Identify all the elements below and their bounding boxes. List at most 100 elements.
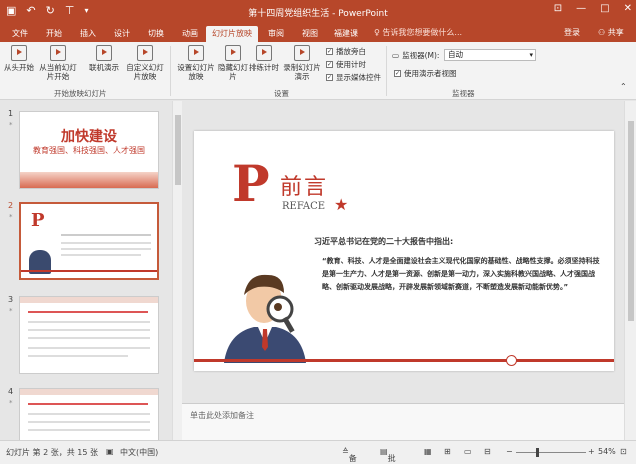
fit-slide-icon[interactable]: ⊡ bbox=[620, 447, 627, 456]
thumb1-title: 加快建设 bbox=[61, 129, 117, 145]
thumb-number: 1 bbox=[8, 109, 14, 118]
checkbox-checked: ✓ bbox=[394, 70, 401, 77]
presenter-view-checkbox[interactable]: ✓ 使用演示者视图 bbox=[394, 68, 457, 79]
monitor-label: ▭ 监视器(M): bbox=[392, 51, 440, 60]
setup-show-icon bbox=[188, 45, 204, 61]
thumb4-line bbox=[28, 429, 150, 431]
slide-scrollbar[interactable] bbox=[624, 101, 636, 440]
tab-slideshow[interactable]: 幻灯片放映 bbox=[206, 26, 258, 42]
slideshow-view-icon[interactable]: ⊟ bbox=[484, 447, 491, 456]
notes-button[interactable]: ≙ 备注 bbox=[342, 447, 357, 463]
thumbnail-slide-4[interactable] bbox=[19, 388, 159, 440]
tab-custom[interactable]: 福建课 bbox=[328, 26, 364, 42]
thumb-number: 4 bbox=[8, 387, 14, 396]
zoom-slider[interactable] bbox=[516, 452, 586, 453]
thumb2-line bbox=[61, 234, 151, 236]
thumb-number: 2 bbox=[8, 201, 14, 210]
powerpoint-window: ▣ ↶ ↻ ⊤ ▾ 第十四周党组织生活 - PowerPoint ⊡ — □ ✕… bbox=[0, 0, 636, 464]
slide-sorter-icon[interactable]: ⊞ bbox=[444, 447, 451, 456]
use-timings-checkbox[interactable]: ✓ 使用计时 bbox=[326, 59, 366, 70]
present-online-button[interactable]: 联机演示 bbox=[86, 45, 122, 72]
group-label-start: 开始放映幻灯片 bbox=[54, 89, 107, 98]
online-present-icon bbox=[96, 45, 112, 61]
collapse-ribbon-icon[interactable]: ⌃ bbox=[620, 82, 627, 91]
play-narrations-checkbox[interactable]: ✓ 播放旁白 bbox=[326, 46, 366, 57]
tab-insert[interactable]: 插入 bbox=[74, 26, 102, 42]
current-slide[interactable]: P 前言 REFACE ★ 习近平总书记在党的二十大报告中指出: “教育、科技、… bbox=[194, 131, 614, 371]
animation-star-icon: * bbox=[9, 213, 13, 221]
hide-slide-icon bbox=[225, 45, 241, 61]
checkbox-checked: ✓ bbox=[326, 48, 333, 55]
tab-file[interactable]: 文件 bbox=[6, 26, 34, 42]
minimize-button[interactable]: — bbox=[576, 3, 586, 14]
comments-button[interactable]: ▤ 批注 bbox=[380, 447, 396, 463]
animation-star-icon: * bbox=[9, 399, 13, 407]
thumb2-line bbox=[61, 248, 151, 250]
thumb3-line bbox=[28, 355, 128, 357]
group-separator bbox=[386, 46, 387, 96]
thumb2-letter: P bbox=[31, 210, 45, 231]
monitor-select[interactable]: 自动 bbox=[444, 49, 536, 61]
zoom-in-icon[interactable]: + bbox=[588, 447, 595, 456]
spellcheck-icon[interactable]: ▣ bbox=[106, 447, 114, 456]
from-beginning-button[interactable]: 从头开始 bbox=[2, 45, 36, 72]
thumbnail-scrollbar[interactable] bbox=[172, 101, 182, 440]
eye-shape bbox=[274, 303, 282, 311]
share-icon: ⚇ bbox=[598, 28, 606, 37]
show-media-controls-checkbox[interactable]: ✓ 显示媒体控件 bbox=[326, 72, 381, 83]
tab-transitions[interactable]: 切换 bbox=[142, 26, 170, 42]
language-indicator[interactable]: 中文(中国) bbox=[120, 447, 158, 458]
thumb3-line bbox=[28, 321, 150, 323]
notes-placeholder: 单击此处添加备注 bbox=[190, 411, 254, 420]
thumbnail-slide-3[interactable] bbox=[19, 296, 159, 374]
lightbulb-icon: ♀ bbox=[374, 28, 380, 37]
scrollbar-thumb[interactable] bbox=[628, 121, 634, 321]
zoom-out-icon[interactable]: − bbox=[506, 447, 513, 456]
custom-show-icon bbox=[137, 45, 153, 61]
close-button[interactable]: ✕ bbox=[624, 3, 632, 14]
ribbon-display-icon[interactable]: ⊡ bbox=[554, 3, 562, 14]
thumb3-line bbox=[28, 329, 150, 331]
from-current-button[interactable]: 从当前幻灯片开始 bbox=[36, 45, 80, 81]
slideshow-current-icon bbox=[50, 45, 66, 61]
ribbon-panel: 从头开始 从当前幻灯片开始 联机演示 自定义幻灯片放映 开始放映幻灯片 设置幻灯… bbox=[0, 42, 636, 100]
tell-me-search[interactable]: ♀ 告诉我您想要做什么... bbox=[374, 27, 462, 38]
record-slideshow-button[interactable]: 录制幻灯片演示 bbox=[282, 45, 322, 81]
normal-view-icon[interactable]: ▦ bbox=[424, 447, 432, 456]
custom-slideshow-button[interactable]: 自定义幻灯片放映 bbox=[124, 45, 166, 81]
thumb1-band bbox=[20, 172, 158, 188]
tab-animations[interactable]: 动画 bbox=[176, 26, 204, 42]
thumbnail-slide-2[interactable]: P bbox=[19, 202, 159, 280]
rehearse-timings-button[interactable]: 排练计时 bbox=[248, 45, 280, 72]
tab-view[interactable]: 视图 bbox=[296, 26, 324, 42]
slide-editing-area: P 前言 REFACE ★ 习近平总书记在党的二十大报告中指出: “教育、科技、… bbox=[182, 101, 624, 403]
thumbnail-slide-1[interactable]: 加快建设 教育强国、科技强国、人才强国 bbox=[19, 111, 159, 189]
tab-design[interactable]: 设计 bbox=[108, 26, 136, 42]
thumb4-line bbox=[28, 421, 150, 423]
share-button[interactable]: ⚇ 共享 bbox=[598, 27, 624, 38]
maximize-button[interactable]: □ bbox=[600, 3, 609, 14]
thumb4-line bbox=[28, 403, 148, 405]
zoom-level[interactable]: 54% bbox=[598, 447, 616, 456]
reading-view-icon[interactable]: ▭ bbox=[464, 447, 472, 456]
slide-subtitle: REFACE bbox=[282, 201, 326, 212]
ribbon-tabs: 文件 开始 插入 设计 切换 动画 幻灯片放映 审阅 视图 福建课 ♀ 告诉我您… bbox=[0, 24, 636, 42]
tie-shape bbox=[262, 329, 268, 351]
login-link[interactable]: 登录 bbox=[564, 27, 580, 38]
tab-review[interactable]: 审阅 bbox=[262, 26, 290, 42]
thumb2-redline bbox=[21, 270, 157, 272]
scrollbar-thumb[interactable] bbox=[175, 115, 181, 185]
zoom-slider-handle[interactable] bbox=[536, 448, 539, 457]
thumb2-line bbox=[61, 242, 151, 244]
thumb4-line bbox=[28, 413, 150, 415]
notes-pane[interactable]: 单击此处添加备注 bbox=[182, 403, 624, 440]
hide-slide-button[interactable]: 隐藏幻灯片 bbox=[218, 45, 248, 81]
window-controls: ⊡ — □ ✕ bbox=[554, 3, 632, 14]
status-bar: 幻灯片 第 2 张，共 15 张 ▣ 中文(中国) ≙ 备注 ▤ 批注 ▦ ⊞ … bbox=[0, 440, 636, 464]
group-label-setup: 设置 bbox=[274, 89, 289, 98]
group-label-monitors: 监视器 bbox=[452, 89, 475, 98]
slide-title: 前言 bbox=[280, 175, 329, 200]
setup-slideshow-button[interactable]: 设置幻灯片放映 bbox=[176, 45, 216, 81]
tab-home[interactable]: 开始 bbox=[40, 26, 68, 42]
rehearse-timer-icon bbox=[256, 45, 272, 61]
